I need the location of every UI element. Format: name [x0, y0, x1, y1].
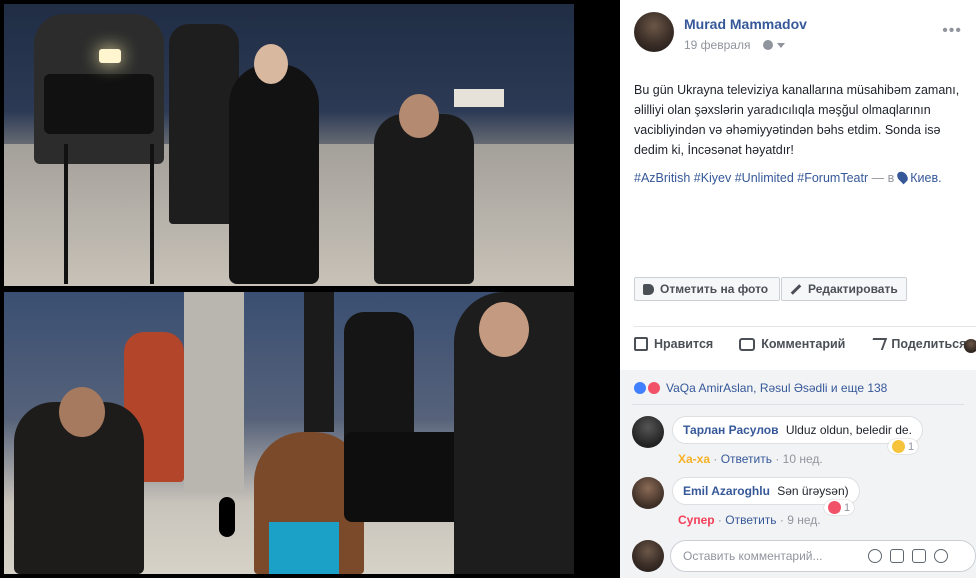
- comment-label: Комментарий: [761, 337, 846, 351]
- comment-reaction-badge[interactable]: 1: [888, 439, 919, 454]
- interviewee-figure: [374, 114, 474, 284]
- comment-time[interactable]: 9 нед.: [787, 513, 820, 527]
- emoji-icon[interactable]: [868, 549, 882, 563]
- post-panel: Murad Mammadov 19 февраля ••• Bu gün Ukr…: [620, 0, 976, 578]
- comment-input[interactable]: [670, 540, 976, 572]
- action-bar: Нравится Комментарий Поделиться: [634, 337, 966, 351]
- author-avatar[interactable]: [634, 12, 674, 52]
- comment-reaction-badge[interactable]: 1: [824, 500, 855, 515]
- map-pin-icon: [895, 169, 911, 185]
- tag-photo-label: Отметить на фото: [660, 282, 769, 296]
- pencil-icon: [790, 283, 802, 295]
- wall-sign: [454, 89, 504, 107]
- globe-icon[interactable]: [763, 40, 773, 50]
- commenter-name[interactable]: Emil Azaroghlu: [683, 484, 770, 498]
- reaction-word[interactable]: Супер: [678, 513, 715, 527]
- comment-bubble: Тарлан Расулов Ulduz oldun, beledir de.: [672, 416, 923, 444]
- comment-time[interactable]: 10 нед.: [783, 452, 823, 466]
- divider: [634, 326, 976, 327]
- gif-icon[interactable]: [912, 549, 926, 563]
- banner: [304, 292, 334, 432]
- like-label: Нравится: [654, 337, 714, 351]
- commenter-name[interactable]: Тарлан Расулов: [683, 423, 779, 437]
- photo-area: [0, 0, 620, 578]
- reply-link[interactable]: Ответить: [725, 513, 776, 527]
- commenter-avatar[interactable]: [632, 477, 664, 509]
- tag-photo-button[interactable]: Отметить на фото: [634, 277, 780, 301]
- more-options-icon[interactable]: •••: [942, 22, 962, 40]
- post-tags: #AzBritish #Kiyev #Unlimited #ForumTeatr…: [634, 168, 964, 188]
- pillar: [184, 292, 244, 492]
- hashtags-link[interactable]: #AzBritish #Kiyev #Unlimited #ForumTeatr: [634, 171, 868, 185]
- author-name[interactable]: Murad Mammadov: [684, 16, 807, 32]
- reporter-face: [254, 44, 288, 84]
- reply-link[interactable]: Ответить: [721, 452, 772, 466]
- like-button[interactable]: Нравится: [634, 337, 713, 351]
- cameraman-face-2: [479, 302, 529, 357]
- sticker-icon[interactable]: [934, 549, 948, 563]
- comment-meta: Ха-ха · Ответить · 10 нед.: [678, 452, 823, 466]
- interviewee-face: [399, 94, 439, 138]
- edit-label: Редактировать: [808, 282, 898, 296]
- share-button[interactable]: Поделиться: [869, 337, 967, 351]
- love-reaction-icon: [646, 380, 662, 396]
- love-icon: [828, 501, 841, 514]
- microphone-shape: [219, 497, 235, 537]
- comment-icon: [739, 337, 756, 351]
- share-label: Поделиться: [891, 337, 967, 351]
- comment-text: Ulduz oldun, beledir de.: [785, 423, 912, 437]
- reaction-count: 1: [908, 440, 915, 453]
- reaction-word[interactable]: Ха-ха: [678, 452, 710, 466]
- tag-icon: [643, 283, 654, 295]
- post-photo-bottom[interactable]: [4, 292, 574, 574]
- composer-avatar: [632, 540, 664, 572]
- commenter-avatar[interactable]: [632, 416, 664, 448]
- divider: [632, 404, 964, 405]
- comment-text: Sən ürəysən): [777, 484, 849, 498]
- comment-meta: Супер · Ответить · 9 нед.: [678, 513, 821, 527]
- like-icon: [634, 337, 648, 351]
- reporter-dress: [269, 522, 339, 574]
- reporter-figure: [229, 64, 319, 284]
- location-prefix: — в: [871, 171, 895, 185]
- comment-button[interactable]: Комментарий: [739, 337, 845, 351]
- reactions-summary-text: VaQa AmirAslan, Rəsul Əsədli и еще 138: [666, 381, 888, 395]
- post-date[interactable]: 19 февраля: [684, 38, 750, 52]
- interviewee-face-2: [59, 387, 105, 437]
- camera-light: [99, 49, 121, 63]
- share-as-avatar[interactable]: [964, 339, 976, 353]
- location-link[interactable]: Киев.: [910, 171, 941, 185]
- share-icon: [869, 338, 888, 350]
- haha-icon: [892, 440, 905, 453]
- reactions-summary[interactable]: VaQa AmirAslan, Rəsul Əsədli и еще 138: [632, 380, 887, 396]
- tripod-shape: [64, 144, 154, 284]
- reaction-count: 1: [844, 501, 851, 514]
- camera-icon[interactable]: [890, 549, 904, 563]
- post-body: Bu gün Ukrayna televiziya kanallarına mü…: [634, 83, 960, 157]
- camera-shape: [44, 74, 154, 134]
- chevron-down-icon[interactable]: [777, 43, 785, 48]
- post-photo-top[interactable]: [4, 4, 574, 286]
- edit-button[interactable]: Редактировать: [781, 277, 907, 301]
